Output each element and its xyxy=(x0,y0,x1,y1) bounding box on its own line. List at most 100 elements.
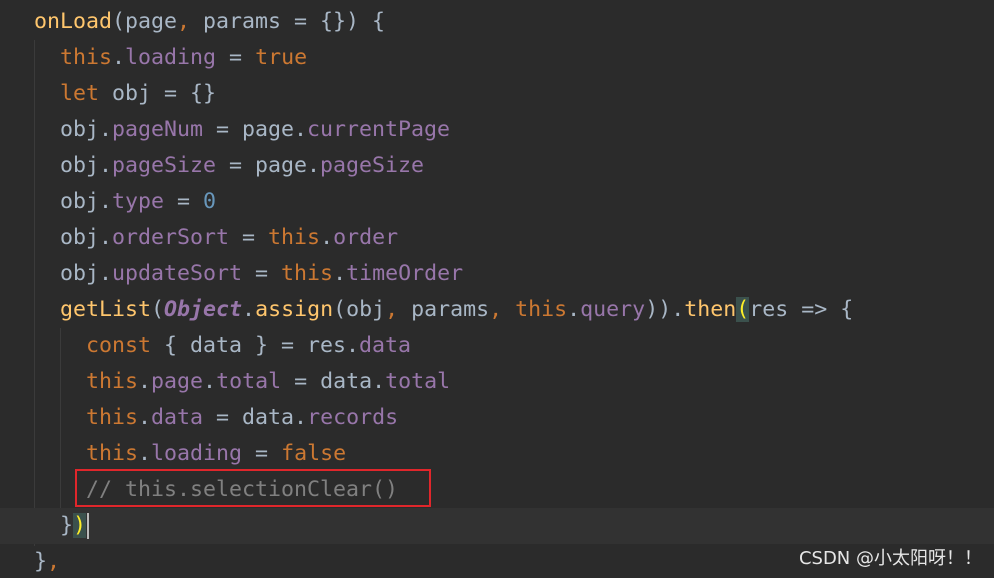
code-token: = page. xyxy=(216,153,321,178)
code-token: this xyxy=(515,297,568,322)
code-token: obj. xyxy=(60,117,113,142)
code-token: let xyxy=(60,81,113,106)
code-token: . xyxy=(138,369,152,394)
line-code: obj.type = 0 xyxy=(60,184,216,220)
code-token: pageSize xyxy=(112,153,217,178)
code-token: this xyxy=(60,45,113,70)
code-line-2[interactable]: this.loading = true xyxy=(0,40,994,76)
watermark: CSDN @小太阳呀！！ xyxy=(798,548,982,569)
code-token: . xyxy=(203,369,217,394)
code-line-8[interactable]: obj.updateSort = this.timeOrder xyxy=(0,256,994,292)
code-token: page xyxy=(151,369,204,394)
code-token: type xyxy=(112,189,165,214)
code-token: loading xyxy=(125,45,217,70)
line-code: const { data } = res.data xyxy=(86,328,411,364)
code-token: total xyxy=(385,369,451,394)
code-token: . xyxy=(138,405,152,430)
code-token: pageNum xyxy=(112,117,204,142)
code-editor[interactable]: onLoad(page, params = {}) { this.loading… xyxy=(0,0,994,578)
code-token: = xyxy=(242,261,282,286)
code-token: = xyxy=(242,441,282,466)
code-token: } xyxy=(34,549,48,574)
code-line-9[interactable]: getList(Object.assign(obj, params, this.… xyxy=(0,292,994,328)
code-token: . xyxy=(138,441,152,466)
code-line-3[interactable]: let obj = {} xyxy=(0,76,994,112)
code-token: false xyxy=(281,441,347,466)
code-line-4[interactable]: obj.pageNum = page.currentPage xyxy=(0,112,994,148)
code-token: assign xyxy=(255,297,334,322)
code-token: ) xyxy=(73,513,87,538)
line-code: obj.updateSort = this.timeOrder xyxy=(60,256,463,292)
code-token: )). xyxy=(645,297,685,322)
code-token: 0 xyxy=(203,189,217,214)
code-token: query xyxy=(580,297,646,322)
code-token: this xyxy=(268,225,321,250)
code-line-5[interactable]: obj.pageSize = page.pageSize xyxy=(0,148,994,184)
code-token: getList xyxy=(60,297,152,322)
line-code: onLoad(page, params = {}) { xyxy=(34,4,385,40)
code-token: this xyxy=(86,441,139,466)
code-line-11[interactable]: this.page.total = data.total xyxy=(0,364,994,400)
code-token: . xyxy=(320,225,334,250)
code-line-10[interactable]: const { data } = res.data xyxy=(0,328,994,364)
code-line-7[interactable]: obj.orderSort = this.order xyxy=(0,220,994,256)
code-line-12[interactable]: this.data = data.records xyxy=(0,400,994,436)
code-token: = xyxy=(216,45,256,70)
code-token: obj. xyxy=(60,189,113,214)
line-code: this.loading = true xyxy=(60,40,307,76)
code-token: , xyxy=(47,549,61,574)
code-token: params xyxy=(411,297,490,322)
code-token: then xyxy=(684,297,737,322)
code-token: . xyxy=(333,261,347,286)
code-token: true xyxy=(255,45,308,70)
code-token: loading xyxy=(151,441,243,466)
line-code: }, xyxy=(34,544,60,578)
line-code: this.data = data.records xyxy=(86,400,398,436)
code-token: order xyxy=(333,225,399,250)
code-line-13[interactable]: this.loading = false xyxy=(0,436,994,472)
code-line-15-current[interactable]: }) xyxy=(0,508,994,544)
code-token: { data } = res. xyxy=(164,333,360,358)
code-line-1[interactable]: onLoad(page, params = {}) { xyxy=(0,4,994,40)
code-token: . xyxy=(242,297,256,322)
line-code: this.page.total = data.total xyxy=(86,364,450,400)
code-token: = data. xyxy=(203,405,308,430)
code-token: timeOrder xyxy=(346,261,464,286)
line-code: obj.orderSort = this.order xyxy=(60,220,398,256)
code-token: orderSort xyxy=(112,225,230,250)
code-token: (page xyxy=(112,9,178,34)
code-token: data xyxy=(151,405,204,430)
code-token: = page. xyxy=(203,117,308,142)
code-token: = data. xyxy=(281,369,386,394)
code-token: res => { xyxy=(749,297,854,322)
line-code: obj.pageNum = page.currentPage xyxy=(60,112,450,148)
text-caret xyxy=(87,513,90,539)
code-token: updateSort xyxy=(112,261,243,286)
code-token: = xyxy=(229,225,269,250)
annotation-highlight-box xyxy=(75,469,431,507)
code-token: params = {}) { xyxy=(203,9,386,34)
line-code: obj.pageSize = page.pageSize xyxy=(60,148,424,184)
line-code: let obj = {} xyxy=(60,76,216,112)
line-code: getList(Object.assign(obj, params, this.… xyxy=(60,292,853,328)
code-token: records xyxy=(307,405,399,430)
code-token: this xyxy=(86,405,139,430)
code-token: obj. xyxy=(60,225,113,250)
code-token: currentPage xyxy=(307,117,451,142)
line-code: }) xyxy=(60,508,90,544)
code-token: pageSize xyxy=(320,153,425,178)
code-token: = xyxy=(164,189,204,214)
code-token: , xyxy=(385,297,412,322)
code-token: } xyxy=(60,513,74,538)
code-token: total xyxy=(216,369,282,394)
code-token: ( xyxy=(736,297,750,322)
code-line-6[interactable]: obj.type = 0 xyxy=(0,184,994,220)
code-token: this xyxy=(86,369,139,394)
code-token: (obj xyxy=(333,297,386,322)
code-token: obj. xyxy=(60,153,113,178)
code-token: data xyxy=(359,333,412,358)
code-token: const xyxy=(86,333,165,358)
code-token: , xyxy=(489,297,516,322)
line-code: this.loading = false xyxy=(86,436,346,472)
code-token: onLoad xyxy=(34,9,113,34)
